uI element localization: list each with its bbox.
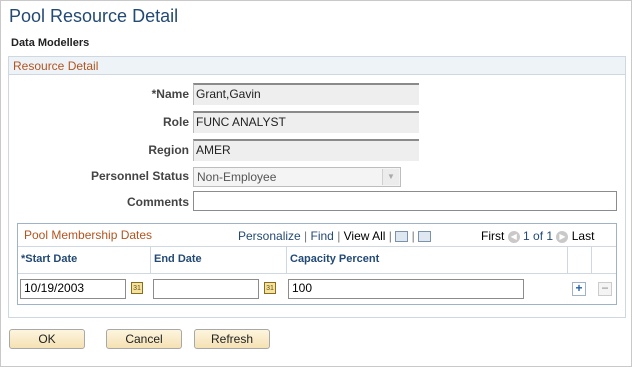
grid-pager: First ◀ 1 of 1 ▶ Last [481,229,594,243]
left-arrow-icon[interactable]: ◀ [507,230,520,243]
personalize-link[interactable]: Personalize [238,229,301,243]
region-label: Region [148,143,189,157]
last-link[interactable]: Last [572,229,595,243]
role-label: Role [162,115,189,129]
calendar-icon[interactable]: 31 [131,282,143,294]
add-col-header [568,247,592,273]
name-field: Grant,Gavin [193,83,419,105]
personnel-status-value: Non-Employee [197,170,277,184]
pool-membership-grid: Pool Membership Dates Personalize | Find… [17,223,617,305]
view-all-link[interactable]: View All [344,229,386,243]
refresh-button[interactable]: Refresh [194,329,270,349]
grid-header: Pool Membership Dates Personalize | Find… [18,224,616,247]
pool-name: Data Modellers [11,37,90,49]
role-field: FUNC ANALYST [193,111,419,133]
calendar-icon[interactable]: 31 [264,282,276,294]
region-field: AMER [193,139,419,161]
page-range: 1 of 1 [523,229,554,243]
plus-icon[interactable]: + [572,282,586,296]
page-title: Pool Resource Detail [9,6,179,26]
new-window-icon[interactable] [395,231,409,243]
start-date-field[interactable]: 10/19/2003 [20,279,126,299]
minus-icon[interactable]: − [598,282,612,296]
section-header: Resource Detail [9,57,625,75]
personnel-status-select[interactable]: Non-Employee ▼ [193,167,401,187]
grid-toolbar: Personalize | Find | View All | | [238,229,432,243]
chevron-down-icon: ▼ [382,169,399,185]
first-link[interactable]: First [481,229,504,243]
find-link[interactable]: Find [311,229,334,243]
cancel-button[interactable]: Cancel [106,329,182,349]
grid-title: Pool Membership Dates [24,228,153,242]
right-arrow-icon[interactable]: ▶ [556,230,569,243]
ok-button[interactable]: OK [9,329,85,349]
capacity-field[interactable]: 100 [288,279,524,299]
end-date-header: End Date [151,247,287,273]
comments-field[interactable] [193,191,617,211]
end-date-field[interactable] [153,279,259,299]
column-headers: *Start Date End Date Capacity Percent [18,247,616,274]
resource-detail-section: Resource Detail *Name Grant,Gavin Role F… [8,56,626,318]
personnel-status-label: Personnel Status [90,169,189,183]
capacity-header: Capacity Percent [287,247,568,273]
comments-label: Comments [126,195,189,209]
start-date-header: *Start Date [18,247,151,273]
spreadsheet-icon[interactable] [418,231,432,243]
section-title: Resource Detail [13,59,99,73]
name-label: *Name [151,87,189,101]
